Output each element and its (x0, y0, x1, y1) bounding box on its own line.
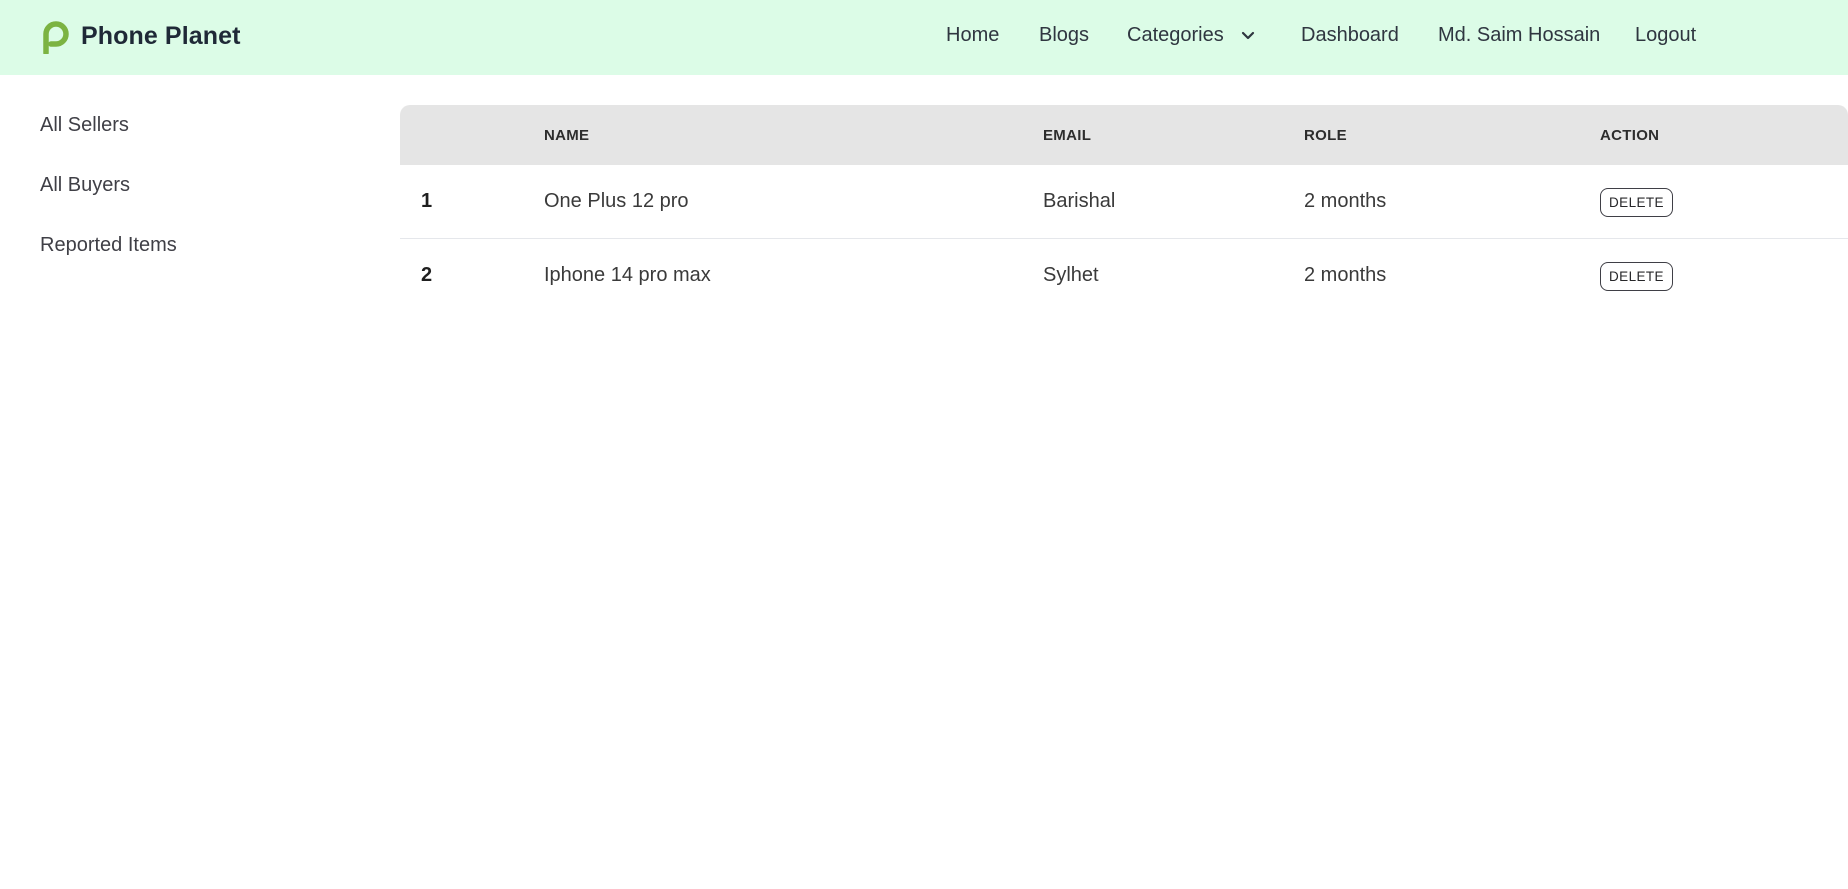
header-email: EMAIL (1043, 127, 1092, 144)
delete-button[interactable]: DELETE (1600, 188, 1673, 217)
row-email: Sylhet (1043, 264, 1099, 286)
nav-blogs-link[interactable]: Blogs (1039, 24, 1089, 47)
sidebar-item-reported-items[interactable]: Reported Items (40, 234, 177, 257)
nav-home-link[interactable]: Home (946, 24, 999, 47)
row-role: 2 months (1304, 190, 1387, 212)
delete-button[interactable]: DELETE (1600, 262, 1673, 291)
row-email: Barishal (1043, 190, 1116, 212)
chevron-down-icon (1241, 31, 1254, 39)
header-role: ROLE (1304, 127, 1347, 144)
nav-dashboard-link[interactable]: Dashboard (1301, 24, 1399, 47)
row-role: 2 months (1304, 264, 1387, 286)
row-index: 1 (421, 190, 433, 212)
table-row: 2 Iphone 14 pro max Sylhet 2 months DELE… (400, 239, 1848, 313)
row-name: Iphone 14 pro max (544, 264, 711, 286)
table-row: 1 One Plus 12 pro Barishal 2 months DELE… (400, 165, 1848, 239)
sidebar-item-all-sellers[interactable]: All Sellers (40, 114, 129, 137)
nav-categories-label: Categories (1127, 24, 1224, 46)
header-name: NAME (544, 127, 590, 144)
header-action: ACTION (1600, 127, 1660, 144)
top-navbar: Phone Planet Home Blogs Categories Dashb… (0, 0, 1848, 75)
row-name: One Plus 12 pro (544, 190, 689, 212)
table-header-row: NAME EMAIL ROLE ACTION (400, 105, 1848, 165)
reported-items-table: NAME EMAIL ROLE ACTION 1 One Plus 12 pro… (400, 105, 1848, 313)
sidebar-item-all-buyers[interactable]: All Buyers (40, 174, 130, 197)
nav-categories-dropdown[interactable]: Categories (1127, 24, 1255, 47)
row-index: 2 (421, 264, 433, 286)
nav-logout-link[interactable]: Logout (1635, 24, 1696, 47)
nav-user-name[interactable]: Md. Saim Hossain (1438, 24, 1600, 47)
main-nav: Home Blogs Categories Dashboard Md. Saim… (0, 0, 1848, 75)
dashboard-sidebar: All Sellers All Buyers Reported Items (0, 75, 380, 889)
